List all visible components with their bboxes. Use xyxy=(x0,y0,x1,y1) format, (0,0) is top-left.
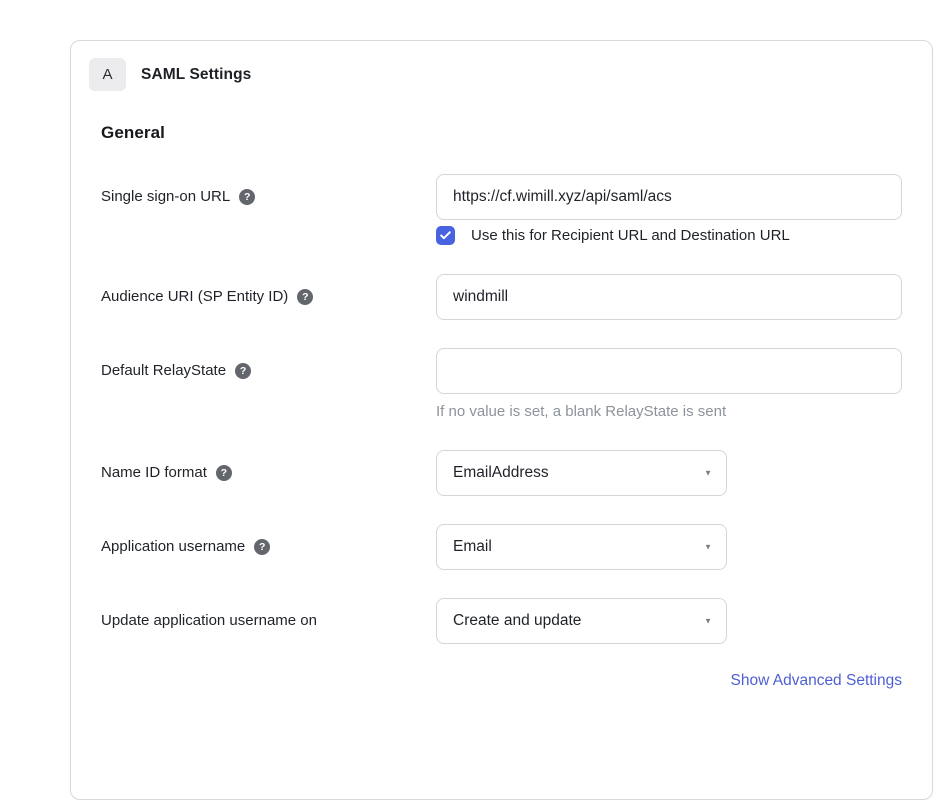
name-id-format-help-icon[interactable]: ? xyxy=(216,465,232,481)
relay-state-help-icon[interactable]: ? xyxy=(235,363,251,379)
page-title: SAML Settings xyxy=(141,66,251,84)
form-row-update-username: Update application username on Create an… xyxy=(101,598,902,644)
general-form: Single sign-on URL ? Use this for Recipi… xyxy=(101,174,902,690)
audience-uri-label: Audience URI (SP Entity ID) xyxy=(101,287,288,307)
card-body: General Single sign-on URL ? xyxy=(71,123,932,730)
name-id-format-value: EmailAddress xyxy=(453,464,549,482)
audience-uri-help-icon[interactable]: ? xyxy=(297,289,313,305)
section-badge: A xyxy=(89,58,126,91)
chevron-down-icon: ▼ xyxy=(704,469,712,478)
recipient-url-checkbox-row: Use this for Recipient URL and Destinati… xyxy=(436,224,902,246)
audience-uri-input[interactable] xyxy=(436,274,902,320)
application-username-help-icon[interactable]: ? xyxy=(254,539,270,555)
application-username-select[interactable]: Email ▼ xyxy=(436,524,727,570)
advanced-settings-row: Show Advanced Settings xyxy=(101,672,902,690)
update-username-select[interactable]: Create and update ▼ xyxy=(436,598,727,644)
card-header: A SAML Settings xyxy=(71,41,932,91)
update-username-value: Create and update xyxy=(453,612,581,630)
sso-url-label: Single sign-on URL xyxy=(101,187,230,207)
form-row-audience-uri: Audience URI (SP Entity ID) ? xyxy=(101,274,902,320)
recipient-url-checkbox-label: Use this for Recipient URL and Destinati… xyxy=(471,227,790,244)
sso-url-input[interactable] xyxy=(436,174,902,220)
show-advanced-settings-link[interactable]: Show Advanced Settings xyxy=(731,672,902,689)
chevron-down-icon: ▼ xyxy=(704,617,712,626)
form-row-application-username: Application username ? Email ▼ xyxy=(101,524,902,570)
application-username-value: Email xyxy=(453,538,492,556)
relay-state-input[interactable] xyxy=(436,348,902,394)
chevron-down-icon: ▼ xyxy=(704,543,712,552)
form-row-relay-state: Default RelayState ? If no value is set,… xyxy=(101,348,902,422)
recipient-url-checkbox[interactable] xyxy=(436,226,455,245)
application-username-label: Application username xyxy=(101,537,245,557)
relay-state-helper-text: If no value is set, a blank RelayState i… xyxy=(436,402,902,422)
saml-settings-card: A SAML Settings General Single sign-on U… xyxy=(70,40,933,800)
update-username-label: Update application username on xyxy=(101,611,317,631)
relay-state-label: Default RelayState xyxy=(101,361,226,381)
form-row-name-id-format: Name ID format ? EmailAddress ▼ xyxy=(101,450,902,496)
name-id-format-select[interactable]: EmailAddress ▼ xyxy=(436,450,727,496)
name-id-format-label: Name ID format xyxy=(101,463,207,483)
section-heading-general: General xyxy=(101,123,902,143)
sso-url-help-icon[interactable]: ? xyxy=(239,189,255,205)
checkmark-icon xyxy=(439,229,452,242)
form-row-sso-url: Single sign-on URL ? Use this for Recipi… xyxy=(101,174,902,246)
